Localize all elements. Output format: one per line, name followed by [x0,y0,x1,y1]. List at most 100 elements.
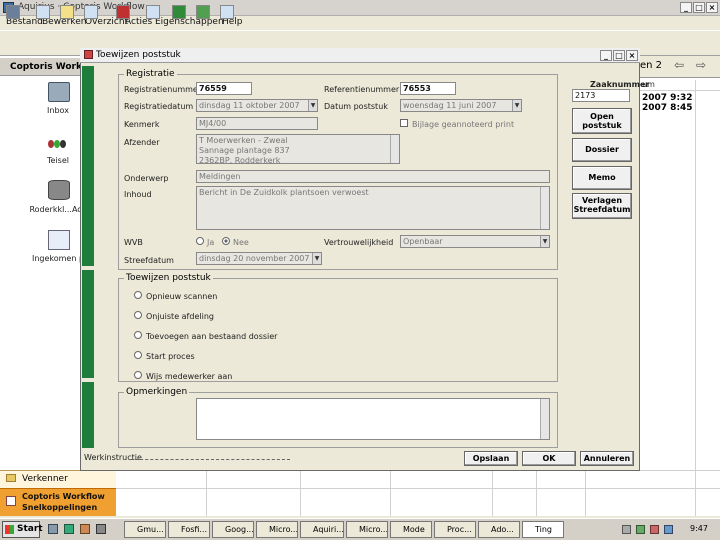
team-icon[interactable] [48,134,70,154]
print-icon[interactable] [84,5,98,19]
chevron-down-icon[interactable]: ▼ [308,100,317,111]
grid-divider [640,90,720,91]
option-radio[interactable] [134,351,142,359]
tray-icon[interactable] [622,525,631,534]
back-icon[interactable] [6,5,20,19]
quicklaunch-icon[interactable] [96,524,106,534]
clock[interactable]: 9:47 [690,524,708,533]
wvb-ja-radio[interactable] [196,237,204,245]
chevron-down-icon[interactable]: ▼ [540,236,549,247]
option-radio[interactable] [134,371,142,379]
minimize-button[interactable]: _ [680,2,692,13]
option-toevoegen-dossier[interactable]: Toevoegen aan bestaand dossier [146,332,277,341]
dialog-maximize-button[interactable]: □ [613,50,625,61]
wvb-ja-label: Ja [207,238,215,247]
option-onjuiste-afdeling[interactable]: Onjuiste afdeling [146,312,214,321]
option-opnieuw-scannen[interactable]: Opnieuw scannen [146,292,217,301]
bijlage-checkbox[interactable] [400,119,408,127]
opmerkingen-scrollbar[interactable] [540,399,549,439]
new-icon[interactable] [36,5,50,19]
afzender-scrollbar[interactable] [390,135,399,163]
dossier-button[interactable]: Dossier [572,138,632,162]
inhoud-scrollbar[interactable] [540,187,549,229]
open-poststuk-button[interactable]: Open poststuk [572,108,632,134]
quicklaunch-icon[interactable] [48,524,58,534]
option-radio[interactable] [134,291,142,299]
opslaan-button[interactable]: Opslaan [464,451,518,466]
verkenner-label[interactable]: Verkenner [22,474,68,484]
tray-icon[interactable] [664,525,673,534]
maximize-button[interactable]: □ [693,2,705,13]
onderwerp-field[interactable]: Meldingen [196,170,550,183]
task-button[interactable]: Fosfi... [168,521,210,538]
chevron-down-icon[interactable]: ▼ [512,100,521,111]
datum-poststuk-field[interactable]: woensdag 11 juni 2007 [400,99,522,112]
referentienummer-field[interactable]: 76553 [400,82,456,95]
registratie-legend: Registratie [124,69,177,79]
dossier-label: Dossier [585,145,619,154]
afzender-label: Afzender [124,138,160,147]
dialog-minimize-button[interactable]: _ [600,50,612,61]
task-button[interactable]: Goog... [212,521,254,538]
nav-forward-icon[interactable]: ⇨ [696,58,706,72]
database-icon[interactable] [48,180,70,200]
nav-back-icon[interactable]: ⇦ [674,58,684,72]
zaaknummer-label: Zaaknummer [590,80,650,89]
opmerkingen-field[interactable] [196,398,550,440]
vertrouwelijkheid-value: Openbaar [403,237,443,246]
wvb-nee-radio[interactable] [222,237,230,245]
inbox-icon[interactable] [48,82,70,102]
memo-button[interactable]: Memo [572,166,632,190]
tray-icon[interactable] [650,525,659,534]
tray-icon[interactable] [636,525,645,534]
toewijzen-legend: Toewijzen poststuk [124,273,213,283]
snel-title[interactable]: Coptoris Workflow [22,492,105,501]
globe-icon[interactable] [172,5,186,19]
link-icon[interactable] [220,5,234,19]
task-button[interactable]: Ado... [478,521,520,538]
book-icon[interactable] [116,5,130,19]
streefdatum-field[interactable]: dinsdag 20 november 2007 [196,252,322,265]
menu-eigenschappen[interactable]: Eigenschappen [155,17,224,27]
task-button[interactable]: Proc... [434,521,476,538]
quicklaunch-icon[interactable] [64,524,74,534]
mail-icon[interactable] [48,230,70,250]
ok-button[interactable]: OK [522,451,576,466]
task-button[interactable]: Micro... [346,521,388,538]
snel-subtitle[interactable]: Snelkoppelingen [22,503,97,512]
task-button[interactable]: Mode [390,521,432,538]
bg-tab-label[interactable]: en 2 [640,60,662,71]
streefdatum-value: dinsdag 20 november 2007 [199,254,310,263]
dialog-close-button[interactable]: × [626,50,638,61]
datum-poststuk-value: woensdag 11 juni 2007 [403,101,497,110]
task-button[interactable]: Gmu... [124,521,166,538]
wvb-nee-label: Nee [233,238,249,247]
option-radio[interactable] [134,331,142,339]
kenmerk-field[interactable]: MJ4/00 [196,117,318,130]
afzender-line: 2362BP, Rodderkerk [199,156,281,165]
quicklaunch-icon[interactable] [80,524,90,534]
vertrouwelijkheid-field[interactable]: Openbaar [400,235,550,248]
tree-icon[interactable] [196,5,210,19]
chevron-down-icon[interactable]: ▼ [312,253,321,264]
task-button[interactable]: Micro... [256,521,298,538]
inhoud-field[interactable]: Bericht in De Zuidkolk plantsoen verwoes… [196,186,550,230]
afzender-field[interactable]: T Moerwerken - Zweal Sannage plantage 83… [196,134,400,165]
verlagen-streefdatum-button[interactable]: Verlagen Streefdatum [572,193,632,219]
folder-icon[interactable] [60,5,74,19]
registratiedatum-label: Registratiedatum [124,102,194,111]
zaaknummer-field[interactable]: 2173 [572,89,630,102]
annuleren-button[interactable]: Annuleren [580,451,634,466]
option-radio[interactable] [134,311,142,319]
option-start-proces[interactable]: Start proces [146,352,195,361]
task-button-active[interactable]: Ting [522,521,564,538]
search-icon[interactable] [146,5,160,19]
option-wijs-medewerker[interactable]: Wijs medewerker aan [146,372,232,381]
close-button[interactable]: × [706,2,718,13]
registratienummer-field[interactable]: 76559 [196,82,252,95]
werkinstructie-label[interactable]: Werkinstructie [84,453,142,462]
registratiedatum-field[interactable]: dinsdag 11 oktober 2007 [196,99,318,112]
memo-label: Memo [588,173,616,182]
task-button[interactable]: Aquiri... [300,521,344,538]
verlagen-streefdatum-label: Verlagen Streefdatum [573,196,631,214]
